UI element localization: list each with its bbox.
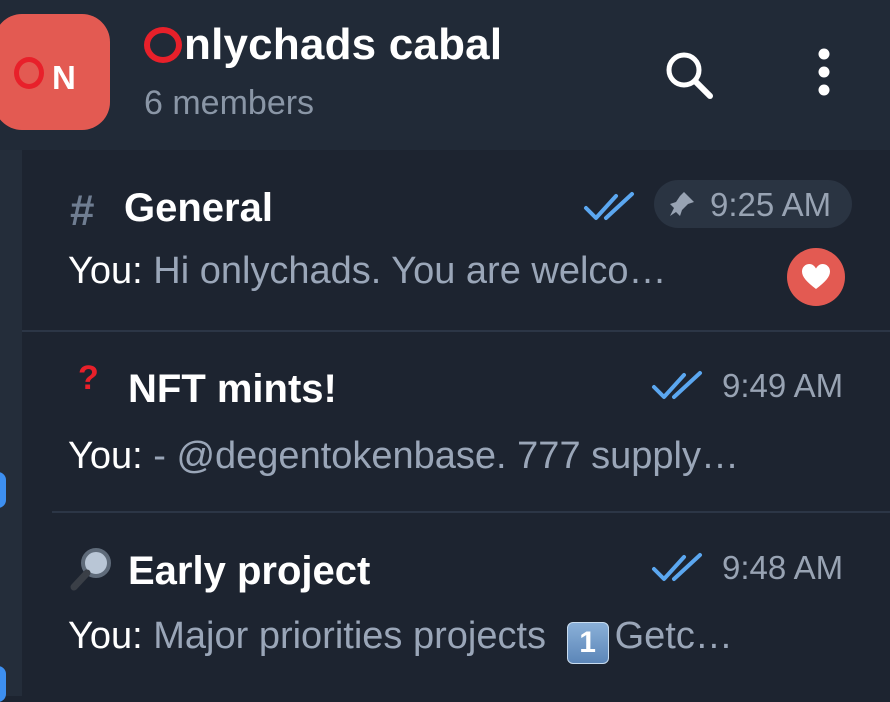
keycap-one-icon: 1	[566, 622, 609, 664]
heart-icon	[802, 264, 830, 289]
group-title-wrap[interactable]: nlychads cabal	[144, 20, 502, 70]
pinned-time-pill: 9:25 AM	[654, 180, 852, 228]
hash-icon: #	[70, 186, 95, 235]
chat-title: NFT mints!	[128, 367, 337, 411]
unread-indicator	[0, 666, 6, 702]
red-circle-icon	[14, 57, 44, 89]
double-check-icon	[652, 371, 702, 399]
reaction-badge[interactable]	[787, 248, 845, 306]
preview-text: Hi onlychads. You are welco…	[142, 250, 667, 292]
more-menu-button[interactable]	[806, 44, 842, 104]
chat-title: General	[124, 186, 273, 230]
message-preview: You: Hi onlychads. You are welco…	[68, 250, 667, 293]
avatar-initial: N	[52, 59, 76, 96]
preview-text-rest: Getc…	[614, 615, 733, 657]
group-title: nlychads cabal	[184, 20, 503, 69]
double-check-icon	[652, 553, 702, 581]
preview-sender: You:	[68, 615, 143, 657]
left-panel-edge	[0, 150, 22, 702]
message-time: 9:48 AM	[722, 549, 844, 586]
chat-row-general[interactable]: # General 9:25 AM You: Hi onlychads. You…	[22, 150, 890, 330]
pin-icon	[670, 192, 694, 216]
preview-text: - @degentokenbase. 777 supply…	[142, 435, 739, 477]
chat-title: Early project	[128, 549, 371, 593]
preview-sender: You:	[68, 250, 143, 292]
search-button[interactable]	[660, 46, 716, 102]
magnifying-glass-icon	[70, 548, 111, 591]
double-check-icon	[584, 192, 634, 220]
more-vertical-icon	[818, 48, 830, 96]
preview-sender: You:	[68, 435, 143, 477]
member-count: 6 members	[144, 84, 315, 122]
question-mark-icon: ?	[78, 359, 99, 397]
group-avatar[interactable]: N	[0, 14, 110, 130]
message-time: 9:25 AM	[710, 186, 832, 223]
red-circle-icon	[144, 27, 182, 63]
chat-header: N nlychads cabal 6 members	[0, 0, 890, 150]
message-time: 9:49 AM	[722, 367, 844, 404]
chat-row-nft-mints[interactable]: ? NFT mints! 9:49 AM You: - @degentokenb…	[22, 331, 890, 511]
search-icon	[666, 52, 713, 99]
chat-row-early-project[interactable]: Early project 9:48 AM You: Major priorit…	[22, 513, 890, 696]
message-preview: You: - @degentokenbase. 777 supply…	[68, 435, 739, 478]
message-preview: You: Major priorities projects 1 Getc…	[68, 615, 733, 664]
preview-text: Major priorities projects	[142, 615, 557, 657]
unread-indicator	[0, 472, 6, 508]
